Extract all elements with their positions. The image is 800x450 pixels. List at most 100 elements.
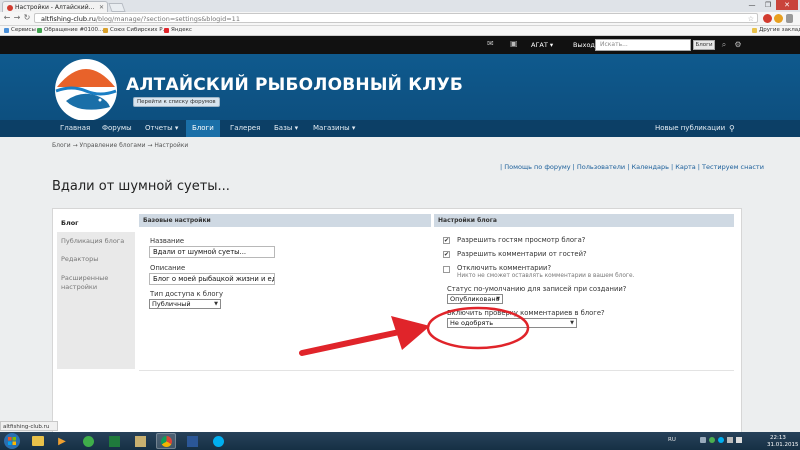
close-window-icon[interactable]: ✕: [776, 0, 798, 10]
help-links[interactable]: | Помощь по форуму | Пользователи | Кале…: [500, 163, 764, 171]
word-icon: [186, 435, 198, 447]
bookmark-yandex[interactable]: Яндекс: [164, 26, 192, 35]
nav-new-posts[interactable]: Новые публикации: [655, 120, 725, 137]
folder-icon: [32, 436, 44, 446]
minimize-icon[interactable]: —: [744, 0, 760, 10]
new-tab-button[interactable]: [108, 3, 126, 12]
chrome-icon: [160, 435, 172, 447]
nav-reports[interactable]: Отчеты ▾: [145, 120, 178, 137]
messenger-icon: [82, 435, 94, 447]
apps-icon: [4, 28, 9, 33]
site-name[interactable]: АЛТАЙСКИЙ РЫБОЛОВНЫЙ КЛУБ: [126, 75, 463, 95]
search-scope-select[interactable]: Блоги: [693, 40, 715, 50]
app-icon: [134, 435, 146, 447]
blog-name-input[interactable]: Вдали от шумной суеты...: [149, 246, 275, 258]
sidebar-item-blog[interactable]: Блог: [61, 219, 131, 228]
bookmark-star-icon[interactable]: ☆: [748, 14, 754, 24]
taskbar-explorer[interactable]: [28, 433, 48, 449]
sidebar-item-advanced[interactable]: Расширенные настройки: [61, 274, 131, 292]
nav-gallery[interactable]: Галерея: [230, 120, 260, 137]
extension-icon[interactable]: [763, 14, 772, 23]
allow-guest-comments-checkbox[interactable]: ✔: [443, 251, 450, 258]
blog-description-input[interactable]: Блог о моей рыбацкой жизни и единен: [149, 273, 275, 285]
bookmark-other[interactable]: Другие закладки: [752, 26, 800, 35]
forum-list-link[interactable]: Перейти к списку форумов: [133, 97, 220, 107]
annotation-arrow-head: [391, 316, 430, 350]
nav-blogs[interactable]: Блоги: [186, 120, 220, 137]
dropdown-caret-icon: ▼: [214, 301, 218, 307]
maximize-icon[interactable]: ❐: [760, 0, 776, 10]
club-logo-icon[interactable]: [52, 57, 120, 123]
allow-guests-label: Разрешить гостям просмотр блога?: [457, 236, 586, 244]
sidebar-item-publication[interactable]: Публикация блога: [61, 237, 131, 246]
forward-icon[interactable]: →: [12, 13, 22, 23]
map-pin-icon[interactable]: ⚲: [729, 120, 735, 137]
disable-comments-label: Отключить комментарии?: [457, 264, 552, 272]
annotation-overlay: [299, 306, 530, 356]
sidebar-item-editors[interactable]: Редакторы: [61, 255, 131, 264]
nav-forums[interactable]: Форумы: [102, 120, 132, 137]
language-indicator[interactable]: RU: [668, 437, 676, 443]
taskbar: ▶: [0, 432, 800, 450]
inbox-icon[interactable]: ✉: [487, 40, 496, 48]
user-menu[interactable]: АГАТ ▾: [531, 39, 553, 51]
excel-icon: [108, 435, 120, 447]
bookmarks-bar: Сервисы Обращение #0100... Союз Сибирски…: [0, 26, 800, 36]
bookmark-appeal[interactable]: Обращение #0100...: [37, 26, 103, 35]
play-icon: ▶: [58, 435, 66, 447]
allow-guests-checkbox[interactable]: ✔: [443, 237, 450, 244]
nav-home[interactable]: Главная: [60, 120, 90, 137]
nav-bases[interactable]: Базы ▾: [274, 120, 298, 137]
logout-link[interactable]: Выход: [573, 39, 595, 51]
window-controls: — ❐ ✕: [744, 0, 798, 12]
tray-icon[interactable]: [700, 437, 706, 443]
site-favicon-icon: [7, 4, 13, 11]
disable-comments-checkbox[interactable]: [443, 266, 450, 273]
volume-icon[interactable]: [736, 437, 742, 443]
name-label: Название: [150, 237, 185, 245]
access-type-select[interactable]: Публичный ▼: [149, 299, 221, 309]
search-input[interactable]: Искать...: [595, 39, 691, 51]
address-bar[interactable]: altfishing-club.ru/blog/manage/?section=…: [34, 13, 758, 23]
taskbar-app[interactable]: [130, 433, 150, 449]
bookmark-services[interactable]: Сервисы: [4, 26, 36, 35]
annotation-arrow-shaft: [299, 328, 407, 356]
description-label: Описание: [150, 264, 186, 272]
status-url: altfishing-club.ru: [0, 421, 58, 431]
start-icon[interactable]: [2, 432, 22, 450]
dropdown-caret-icon: ▼: [570, 320, 574, 326]
allow-guest-comments-label: Разрешить комментарии от гостей?: [457, 250, 587, 258]
search-icon[interactable]: ⌕: [718, 39, 730, 51]
taskbar-icq[interactable]: [78, 433, 98, 449]
page-viewport: ✉ ▣ АГАТ ▾ Выход Искать... Блоги ⌕ ⚙ АЛТ…: [0, 36, 800, 432]
taskbar-excel[interactable]: [104, 433, 124, 449]
taskbar-chrome[interactable]: [156, 433, 176, 449]
blog-settings-header: Настройки блога: [434, 214, 734, 227]
extension-icon-2[interactable]: [774, 14, 783, 23]
access-type-label: Тип доступа к блогу: [150, 290, 224, 298]
reload-icon[interactable]: ↻: [22, 13, 32, 23]
taskbar-skype[interactable]: [208, 433, 228, 449]
disable-comments-hint: Никто не сможет оставлять комментарии в …: [457, 273, 635, 279]
tray-icon[interactable]: [709, 437, 715, 443]
back-icon[interactable]: ←: [2, 13, 12, 23]
nav-shops[interactable]: Магазины ▾: [313, 120, 355, 137]
folder-icon: [752, 28, 757, 33]
clock-date[interactable]: 31.01.2015: [767, 442, 799, 448]
bookmark-union[interactable]: Союз Сибирских Р...: [103, 26, 168, 35]
page-icon: [103, 28, 108, 33]
url-path: /blog/manage/?section=settings&blogid=11: [95, 15, 240, 23]
taskbar-word[interactable]: [182, 433, 202, 449]
clock-time[interactable]: 22:13: [770, 435, 786, 441]
basic-settings-header: Базовые настройки: [139, 214, 431, 227]
gear-icon[interactable]: ⚙: [733, 39, 743, 51]
notifications-icon[interactable]: ▣: [510, 40, 519, 48]
menu-icon[interactable]: [786, 14, 793, 23]
network-icon[interactable]: [727, 437, 733, 443]
annotation-ellipse: [426, 306, 530, 350]
tray-icon[interactable]: [718, 437, 724, 443]
yandex-icon: [164, 28, 169, 33]
breadcrumb[interactable]: Блоги → Управление блогами → Настройки: [52, 142, 188, 149]
taskbar-media[interactable]: ▶: [52, 433, 72, 449]
tab-title: Настройки - Алтайский...: [15, 4, 95, 11]
